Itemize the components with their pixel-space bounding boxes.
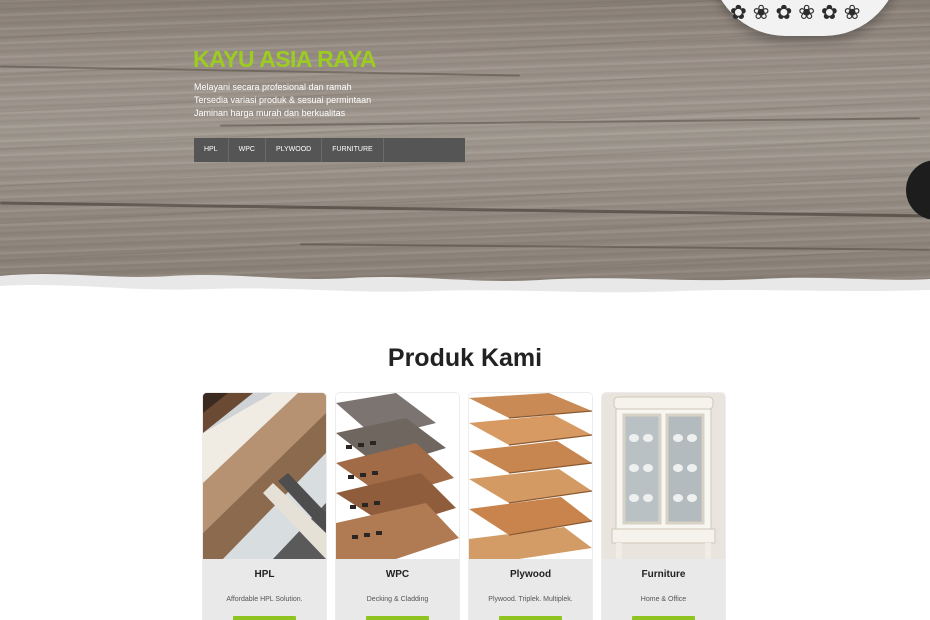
product-info-wpc: WPC Decking & Cladding	[336, 559, 459, 620]
product-name-hpl: HPL	[254, 569, 275, 580]
product-name-plywood: Plywood	[509, 569, 552, 580]
product-card-furniture[interactable]: Furniture Home & Office	[602, 393, 725, 620]
product-desc-wpc: Decking & Cladding	[366, 596, 429, 603]
product-name-wpc: WPC	[385, 569, 410, 580]
product-image-furniture	[602, 393, 725, 559]
wood-grain-line	[0, 201, 930, 218]
nav-item-plywood[interactable]: PLYWOOD	[266, 138, 323, 162]
nav-item-wpc[interactable]: WPC	[229, 138, 266, 162]
tagline-3: Jaminan harga murah dan berkualitas	[194, 108, 346, 118]
product-desc-hpl: Affordable HPL Solution.	[226, 596, 303, 603]
product-name-furniture: Furniture	[641, 569, 686, 580]
product-info-furniture: Furniture Home & Office	[602, 559, 725, 620]
nav-item-hpl[interactable]: HPL	[194, 138, 229, 162]
brand-title: KAYU ASIA RAYA	[193, 46, 377, 72]
tagline-1: Melayani secara profesional dan ramah	[194, 82, 352, 92]
tagline-2: Tersedia variasi produk & sesuai permint…	[194, 95, 372, 105]
product-image-plywood	[469, 393, 592, 559]
product-button-furniture[interactable]	[632, 616, 695, 620]
product-button-hpl[interactable]	[233, 616, 296, 620]
product-image-hpl	[203, 393, 326, 559]
product-card-plywood[interactable]: Plywood Plywood. Triplek. Multiplek.	[469, 393, 592, 620]
bowl-pattern-icon: ✿❀✿❀✿❀	[730, 0, 867, 24]
product-card-wpc[interactable]: WPC Decking & Cladding	[336, 393, 459, 620]
product-button-wpc[interactable]	[366, 616, 429, 620]
wood-grain-line	[220, 117, 920, 127]
wood-grain-line	[300, 243, 930, 251]
product-desc-plywood: Plywood. Triplek. Multiplek.	[488, 596, 573, 603]
product-info-plywood: Plywood Plywood. Triplek. Multiplek.	[469, 559, 592, 620]
hero-banner: ✿❀✿❀✿❀ KAYU ASIA RAYA Melayani secara pr…	[0, 0, 930, 300]
hero-wave-divider	[0, 274, 930, 300]
decor-object	[906, 160, 930, 220]
category-nav: HPL WPC PLYWOOD FURNITURE	[194, 138, 465, 162]
product-card-hpl[interactable]: HPL Affordable HPL Solution.	[203, 393, 326, 620]
product-image-wpc	[336, 393, 459, 559]
product-info-hpl: HPL Affordable HPL Solution.	[203, 559, 326, 620]
section-title: Produk Kami	[387, 344, 543, 372]
product-desc-furniture: Home & Office	[640, 596, 687, 603]
nav-item-furniture[interactable]: FURNITURE	[322, 138, 384, 162]
product-button-plywood[interactable]	[499, 616, 562, 620]
